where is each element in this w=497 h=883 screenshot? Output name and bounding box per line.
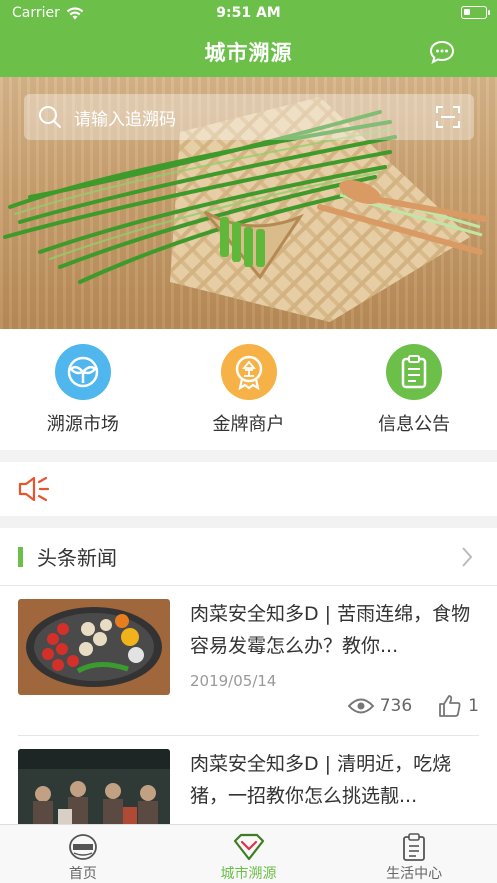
nav-bar: 城市溯源 — [0, 26, 497, 77]
news-date: 2019/05/14 — [190, 672, 277, 690]
chevron-right-icon[interactable] — [461, 546, 473, 568]
clipboard-list-icon — [403, 833, 426, 861]
status-bar: Carrier 9:51 AM — [0, 0, 497, 26]
eye-icon — [347, 698, 374, 714]
page-title: 城市溯源 — [204, 40, 293, 65]
scan-icon[interactable] — [436, 106, 460, 128]
tab-label-life-center: 生活中心 — [386, 866, 443, 882]
quick-item-merchant[interactable]: 金牌商户 — [166, 329, 332, 450]
message-icon[interactable] — [429, 40, 455, 64]
top-bar: Carrier 9:51 AM 城市溯源 — [0, 0, 497, 77]
section-accent-bar — [18, 546, 23, 567]
thumbs-up-icon[interactable] — [438, 694, 462, 718]
news-list: 肉菜安全知多D | 苦雨连绵，食物容易发霉怎么办？教你... 2019/05/1… — [0, 586, 497, 824]
quick-label-notice: 信息公告 — [378, 414, 451, 435]
news-title[interactable]: 肉菜安全知多D | 清明近，吃烧猪，一招教你怎么挑选靓... — [190, 748, 479, 812]
list-item[interactable]: 肉菜安全知多D | 苦雨连绵，食物容易发霉怎么办？教你... 2019/05/1… — [18, 586, 479, 736]
gold-medal-icon — [220, 344, 277, 400]
tab-city-trace[interactable]: 城市溯源 — [166, 825, 332, 883]
battery-icon — [461, 6, 490, 19]
quick-label-market: 溯源市场 — [46, 414, 119, 435]
status-time: 9:51 AM — [216, 5, 281, 21]
news-section-title: 头条新闻 — [37, 546, 117, 570]
quick-entries: 溯源市场 金牌商户 信息公告 — [0, 329, 497, 450]
banner-image[interactable]: 请输入追溯码 — [0, 77, 497, 329]
search-bar[interactable]: 请输入追溯码 — [24, 94, 474, 140]
tab-bar: 首页 城市溯源 生活中心 — [0, 824, 497, 883]
clipboard-icon — [386, 344, 443, 400]
market-icon — [54, 344, 111, 400]
announcement-bar[interactable] — [0, 462, 497, 516]
speaker-icon — [18, 476, 50, 502]
home-logo-icon — [68, 834, 97, 860]
tab-label-home: 首页 — [68, 866, 97, 882]
tab-label-city-trace: 城市溯源 — [220, 866, 277, 882]
news-title[interactable]: 肉菜安全知多D | 苦雨连绵，食物容易发霉怎么办？教你... — [190, 598, 479, 662]
quick-label-merchant: 金牌商户 — [212, 414, 285, 435]
diamond-icon — [233, 833, 264, 861]
list-item[interactable]: 肉菜安全知多D | 清明近，吃烧猪，一招教你怎么挑选靓... — [18, 736, 479, 824]
view-count: 736 — [379, 696, 413, 716]
news-thumbnail — [18, 749, 170, 824]
tab-life-center[interactable]: 生活中心 — [331, 825, 497, 883]
tab-home[interactable]: 首页 — [0, 825, 166, 883]
news-stats: 736 1 — [347, 694, 479, 718]
news-thumbnail — [18, 599, 170, 695]
quick-item-market[interactable]: 溯源市场 — [0, 329, 166, 450]
search-icon — [39, 106, 61, 128]
quick-item-notice[interactable]: 信息公告 — [331, 329, 497, 450]
search-placeholder[interactable]: 请输入追溯码 — [74, 105, 176, 130]
news-section-header[interactable]: 头条新闻 — [0, 528, 497, 586]
like-count: 1 — [468, 696, 479, 716]
